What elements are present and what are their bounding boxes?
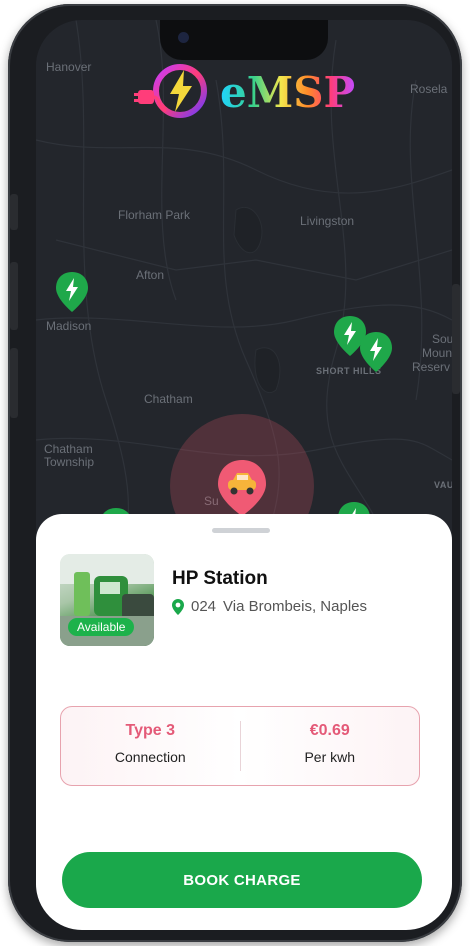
power-button (452, 284, 460, 394)
book-charge-button[interactable]: BOOK CHARGE (62, 852, 422, 908)
station-info-card: Type 3 Connection €0.69 Per kwh (60, 706, 420, 786)
map-label-south-mountain-3: Reserv (412, 360, 451, 374)
map-label-hanover: Hanover (46, 60, 92, 74)
map-label-vauxhall: VAU (434, 480, 452, 490)
phone-frame: Hanover Rosela Florham Park Livingston A… (8, 4, 462, 942)
map-label-madison: Madison (46, 319, 92, 333)
map-label-chatham: Chatham (144, 392, 193, 406)
availability-badge: Available (68, 618, 135, 636)
volume-up-button (10, 262, 18, 330)
map-label-township: Township (44, 455, 95, 469)
sheet-drag-handle[interactable] (212, 528, 270, 533)
charging-station-pin[interactable] (358, 330, 394, 374)
car-location-icon[interactable] (216, 458, 268, 518)
station-address: 024 Via Brombeis, Naples (172, 598, 367, 615)
price-value: €0.69 (309, 722, 350, 739)
map-label-livingston: Livingston (300, 214, 355, 228)
map-label-florham-park: Florham Park (118, 208, 191, 222)
app-screen: Hanover Rosela Florham Park Livingston A… (36, 20, 452, 930)
map-label-roseland: Rosela (410, 82, 448, 96)
brand-name: eMSP (220, 68, 356, 117)
address-number: 024 (191, 598, 217, 615)
price-info: €0.69 Per kwh (241, 707, 420, 785)
location-pin-icon (172, 598, 184, 615)
map-label-chatham-township: Chatham (44, 442, 93, 456)
price-label: Per kwh (304, 749, 356, 765)
map-label-afton: Afton (136, 268, 165, 282)
connection-info: Type 3 Connection (61, 707, 240, 785)
map-label-south-mountain: Sou (432, 332, 452, 346)
charging-station-pin[interactable] (54, 270, 90, 314)
connection-label: Connection (114, 749, 186, 765)
volume-down-button (10, 348, 18, 418)
mute-switch (10, 194, 18, 230)
station-bottom-sheet[interactable]: Available HP Station 024 Via Brombeis, N… (36, 514, 452, 930)
station-photo: Available (60, 554, 154, 646)
brand-logo: eMSP (132, 60, 372, 122)
plug-bolt-icon (134, 64, 207, 118)
connection-type: Type 3 (125, 722, 176, 739)
address-street: Via Brombeis, Naples (223, 598, 367, 615)
map-label-south-mountain-2: Moun (422, 346, 452, 360)
front-camera (178, 32, 189, 43)
station-name: HP Station (172, 568, 268, 589)
